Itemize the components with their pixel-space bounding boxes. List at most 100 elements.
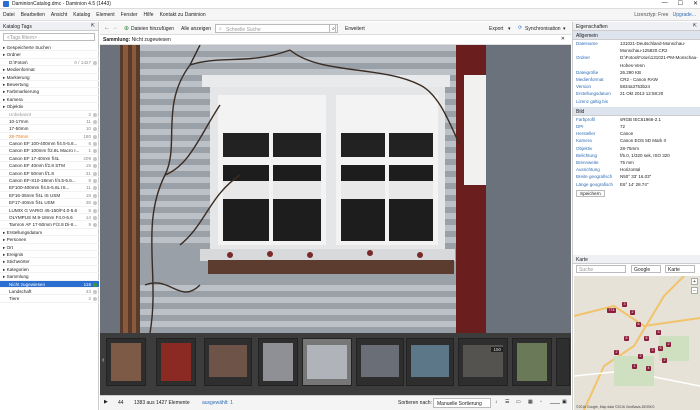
tree-node[interactable]: D:\Fotos\ 0 / 1427 bbox=[0, 59, 99, 67]
tree-node[interactable]: Unbekannt 2 bbox=[0, 111, 99, 118]
map-pin[interactable]: 3 bbox=[656, 330, 661, 335]
map-pin[interactable]: 5 bbox=[644, 336, 649, 341]
tree-node[interactable]: ▸ Sammlung bbox=[0, 273, 99, 281]
property-value[interactable]: 131021-Deutschland-Monschau-Monschau-125… bbox=[620, 40, 700, 54]
preview-image[interactable] bbox=[120, 45, 486, 333]
zoom-in-map-button[interactable]: + bbox=[691, 278, 698, 285]
map-provider-select[interactable]: Google bbox=[631, 265, 661, 273]
property-value[interactable]: E6° 14' 28.74" bbox=[620, 181, 700, 188]
property-value[interactable]: 5834a3753b24 bbox=[620, 83, 700, 90]
thumbnail[interactable] bbox=[512, 338, 552, 386]
tree-node[interactable]: Canon EF-S10-18mm f/4.5-5.6... 8 bbox=[0, 177, 99, 185]
property-value[interactable]: Canon bbox=[620, 130, 700, 137]
tree-node[interactable]: OLYMPUS M.9-18mm F4.0-5.6 14 bbox=[0, 214, 99, 222]
thumbnail[interactable] bbox=[204, 338, 252, 386]
menu-hilfe[interactable]: Hilfe bbox=[144, 12, 154, 18]
menu-ansicht[interactable]: Ansicht bbox=[51, 12, 67, 18]
menu-bearbeiten[interactable]: Bearbeiten bbox=[21, 12, 45, 18]
tree-node[interactable]: ▸ Bewertung bbox=[0, 81, 99, 89]
thumbnail[interactable] bbox=[556, 338, 570, 386]
tree-node[interactable]: EF100-400mm f/4.5-5.6L IS... 11 bbox=[0, 184, 99, 192]
tree-node[interactable]: Tamron AF 17-50mm F/2.8 Di-II... 9 bbox=[0, 221, 99, 229]
tree-node[interactable]: Canon EF 17-40mm f/4L 209 bbox=[0, 155, 99, 163]
menu-datei[interactable]: Datei bbox=[3, 12, 15, 18]
tree-node[interactable]: ▸ Kamera bbox=[0, 96, 99, 104]
thumbnail[interactable] bbox=[356, 338, 404, 386]
map-pin[interactable]: 5 bbox=[624, 336, 629, 341]
add-files-icon[interactable]: ⊕ bbox=[124, 25, 129, 32]
tree-node[interactable]: EF17-40mm f/4L USM 38 bbox=[0, 199, 99, 207]
tree-node[interactable]: ▸ Markierung bbox=[0, 74, 99, 81]
zoom-slider[interactable] bbox=[550, 403, 560, 404]
tree-node[interactable]: Tiere 2 bbox=[0, 295, 99, 303]
pin-icon[interactable]: ⇱ bbox=[693, 23, 697, 29]
tree-node[interactable]: ▸ Ort bbox=[0, 244, 99, 251]
group-general[interactable]: Allgemein bbox=[573, 31, 700, 40]
maximize-button[interactable]: ☐ bbox=[678, 0, 683, 7]
export-dropdown-icon[interactable]: ▾ bbox=[508, 26, 511, 32]
thumbnail[interactable]: 150 bbox=[458, 338, 508, 386]
property-value[interactable]: 28-75mm bbox=[620, 145, 700, 152]
export-button[interactable]: Export bbox=[489, 26, 503, 32]
sync-dropdown-icon[interactable]: ▾ bbox=[563, 26, 566, 32]
group-image[interactable]: Bild bbox=[573, 106, 700, 116]
tree-node[interactable]: ▸ Ordner bbox=[0, 51, 99, 59]
play-icon[interactable]: ▶ bbox=[104, 399, 108, 405]
forward-arrow-icon[interactable]: → bbox=[112, 25, 118, 31]
thumbnail[interactable] bbox=[106, 338, 146, 386]
list-view-icon[interactable]: ☰ bbox=[505, 399, 509, 405]
property-value[interactable]: sRGB IEC61966-2.1 bbox=[620, 116, 700, 123]
map-pin[interactable]: 774 bbox=[607, 308, 616, 313]
tree-node[interactable]: Canon EF 100mm f/2.8L Macro I... 1 bbox=[0, 147, 99, 155]
menu-katalog[interactable]: Katalog bbox=[73, 12, 90, 18]
filmstrip-view-icon[interactable]: ▭ bbox=[516, 399, 521, 405]
map-pin[interactable]: 1 bbox=[632, 364, 637, 369]
tree-node[interactable]: EF16-35mm f/4L IS USM 18 bbox=[0, 192, 99, 200]
search-button[interactable]: ⌕ bbox=[329, 24, 338, 33]
sync-button[interactable]: Synchronisation bbox=[525, 26, 561, 32]
property-value[interactable]: 21 Okt 2013 12:58:20 bbox=[620, 90, 700, 97]
save-button[interactable]: Speichern bbox=[576, 189, 605, 197]
close-filter-icon[interactable]: ✕ bbox=[561, 36, 565, 42]
map-search-input[interactable]: Suche bbox=[576, 265, 626, 273]
tree-node[interactable]: ▸ Objektiv bbox=[0, 103, 99, 111]
tag-filter-input[interactable]: <Tags filtern> bbox=[3, 33, 95, 41]
thumbnail[interactable] bbox=[156, 338, 196, 386]
menu-element[interactable]: Element bbox=[96, 12, 114, 18]
map-pin[interactable]: 2 bbox=[638, 354, 643, 359]
tree-node[interactable]: ▸ Medienformat bbox=[0, 66, 99, 74]
zoom-out-map-button[interactable]: − bbox=[691, 287, 698, 294]
tree-node[interactable]: Landschaft 43 bbox=[0, 288, 99, 296]
tree-node[interactable]: Canon EF 100-400mm f/4.5-5.6... 6 bbox=[0, 140, 99, 148]
grid-view-icon[interactable]: ▦ bbox=[528, 399, 533, 405]
thumbnail[interactable] bbox=[258, 338, 298, 386]
property-value[interactable]: f/5.0, 1/320 sek, ISO 320 bbox=[620, 152, 700, 159]
tree-node[interactable]: Canon EF 50mm f/1.8 31 bbox=[0, 170, 99, 178]
tree-node[interactable]: ▸ Erstellungsdatum bbox=[0, 229, 99, 237]
tree-node[interactable]: LUMIX G VARIO 45-150/F4.0-5.6 8 bbox=[0, 207, 99, 214]
map-pin[interactable]: 6 bbox=[658, 346, 663, 351]
tree-node[interactable]: ▸ Personen bbox=[0, 236, 99, 244]
sort-direction-icon[interactable]: ↓ bbox=[495, 399, 498, 405]
property-value[interactable]: 75 mm bbox=[620, 159, 700, 166]
map-pin[interactable]: 2 bbox=[630, 310, 635, 315]
tree-node[interactable]: 28-75mm 180 bbox=[0, 133, 99, 141]
tree-node[interactable]: ▸ Stichwörter bbox=[0, 258, 99, 266]
selected-count[interactable]: ausgewählt: 1 bbox=[202, 400, 233, 406]
map-pin[interactable]: 3 bbox=[650, 348, 655, 353]
map-pin[interactable]: 4 bbox=[646, 366, 651, 371]
pin-icon[interactable]: ⇱ bbox=[91, 23, 95, 29]
property-value[interactable]: 26.290 KB bbox=[620, 69, 700, 76]
minimize-button[interactable]: — bbox=[662, 0, 668, 7]
property-value[interactable]: N50° 33' 16.03" bbox=[620, 173, 700, 180]
filmstrip-prev-icon[interactable]: ‹ bbox=[102, 357, 104, 364]
add-files-button[interactable]: Dateien hinzufügen bbox=[131, 26, 174, 32]
close-button[interactable]: ✕ bbox=[693, 0, 698, 7]
back-arrow-icon[interactable]: ← bbox=[104, 25, 110, 31]
zoom-in-icon[interactable]: ▣ bbox=[562, 399, 567, 405]
upgrade-link[interactable]: Upgrade... bbox=[673, 12, 696, 18]
quick-search-input[interactable]: ⌕ Schnelle Suche bbox=[215, 24, 336, 33]
show-all-button[interactable]: Alle anzeigen bbox=[181, 26, 211, 32]
tree-node[interactable]: ▸ Kategorien bbox=[0, 266, 99, 274]
tree-node[interactable]: ▸ Ereignis bbox=[0, 251, 99, 259]
